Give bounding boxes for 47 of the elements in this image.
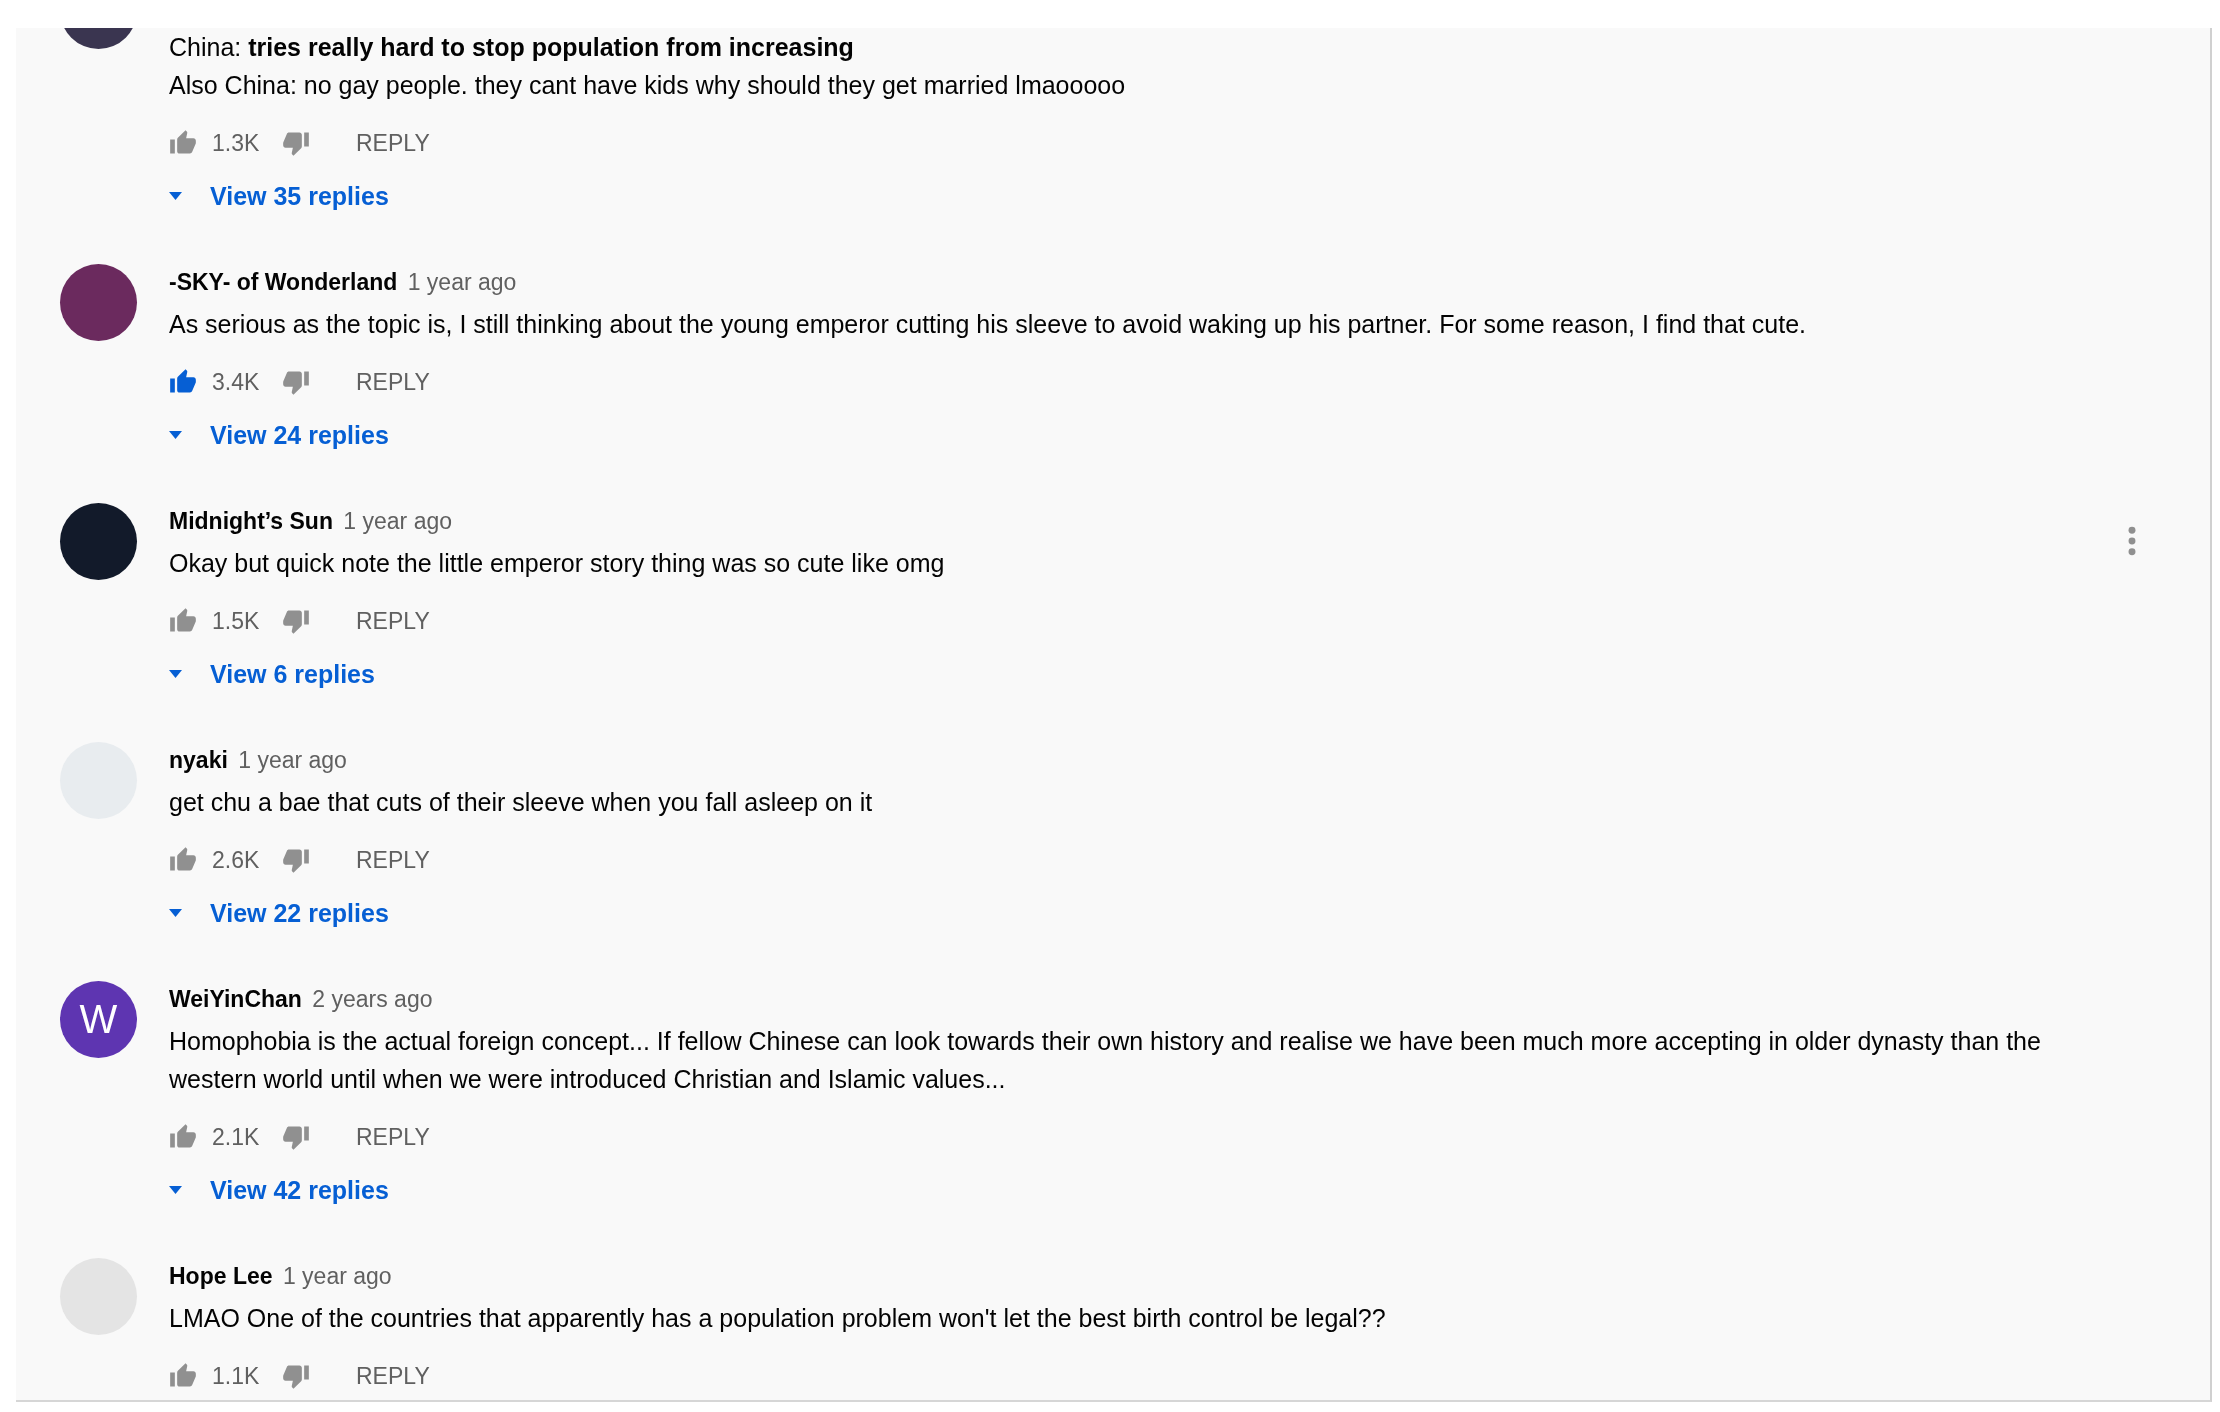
comment-text: Also China: no gay people. they cant have kids why should they get married lmaooooo bbox=[169, 70, 1127, 101]
comment-text: As serious as the topic is, I still thinking about the young emperor cutting his sleeve to avoid waking up his partner. For some reason, I find that cute. bbox=[169, 309, 1807, 340]
comment-text: China: tries really hard to stop population from increasing bbox=[169, 32, 855, 63]
caret-icon bbox=[169, 1186, 182, 1194]
reply-button[interactable]: REPLY bbox=[356, 1362, 430, 1390]
comment-time[interactable]: 1 year ago bbox=[343, 508, 453, 534]
view-replies-button[interactable]: View 24 replies bbox=[169, 411, 389, 459]
like-count: 1.3K bbox=[212, 129, 261, 157]
caret-icon bbox=[169, 431, 182, 439]
avatar-letter[interactable]: W bbox=[60, 981, 137, 1058]
comment-text: LMAO One of the countries that apparently has a population problem won't let the best birth control be legal?? bbox=[169, 1303, 1387, 1334]
caret-icon bbox=[169, 670, 182, 678]
reply-button[interactable]: REPLY bbox=[356, 129, 430, 157]
comment-time[interactable]: 1 year ago bbox=[238, 747, 347, 773]
comment-time[interactable]: 1 year ago bbox=[282, 1263, 392, 1289]
view-replies-button[interactable]: View 6 replies bbox=[169, 650, 375, 698]
comment-text: Homophobia is the actual foreign concept... If fellow Chinese can look towards their own history and realise we have been much more accepting in older dynasty than the western world until when we were introduced Christian and Islamic values... bbox=[169, 1026, 2042, 1095]
reply-button[interactable]: REPLY bbox=[356, 368, 430, 396]
like-icon[interactable] bbox=[169, 368, 197, 396]
reply-button[interactable]: REPLY bbox=[356, 1123, 430, 1151]
like-icon[interactable] bbox=[169, 129, 197, 157]
like-count: 2.6K bbox=[212, 846, 261, 874]
caret-icon bbox=[169, 909, 182, 917]
author-name[interactable]: WeiYinChan bbox=[169, 986, 302, 1012]
like-icon[interactable] bbox=[169, 607, 197, 635]
reply-button[interactable]: REPLY bbox=[356, 846, 430, 874]
like-count: 1.1K bbox=[212, 1362, 261, 1390]
view-replies-button[interactable]: View 22 replies bbox=[169, 889, 389, 937]
author-name[interactable]: nyaki bbox=[169, 747, 228, 773]
author-name[interactable]: -SKY- of Wonderland bbox=[169, 269, 398, 295]
like-count: 3.4K bbox=[212, 368, 261, 396]
caret-icon bbox=[169, 192, 182, 200]
reply-button[interactable]: REPLY bbox=[356, 607, 430, 635]
view-replies-button[interactable]: View 35 replies bbox=[169, 172, 389, 220]
like-count: 2.1K bbox=[212, 1123, 261, 1151]
like-icon[interactable] bbox=[169, 1362, 197, 1390]
comment-text: Okay but quick note the little emperor story thing was so cute like omg bbox=[169, 548, 946, 579]
author-name[interactable]: Hope Lee bbox=[169, 1263, 273, 1289]
author-name[interactable]: Midnight’s Sun bbox=[169, 508, 333, 534]
like-count: 1.5K bbox=[212, 607, 261, 635]
more-options-icon[interactable] bbox=[2128, 525, 2136, 557]
comment-text: get chu a bae that cuts of their sleeve when you fall asleep on it bbox=[169, 787, 874, 818]
comment-time[interactable]: 1 year ago bbox=[407, 269, 517, 295]
comment-time[interactable]: 2 years ago bbox=[312, 986, 433, 1012]
like-icon[interactable] bbox=[169, 1123, 197, 1151]
like-icon[interactable] bbox=[169, 846, 197, 874]
view-replies-button[interactable]: View 42 replies bbox=[169, 1166, 389, 1214]
